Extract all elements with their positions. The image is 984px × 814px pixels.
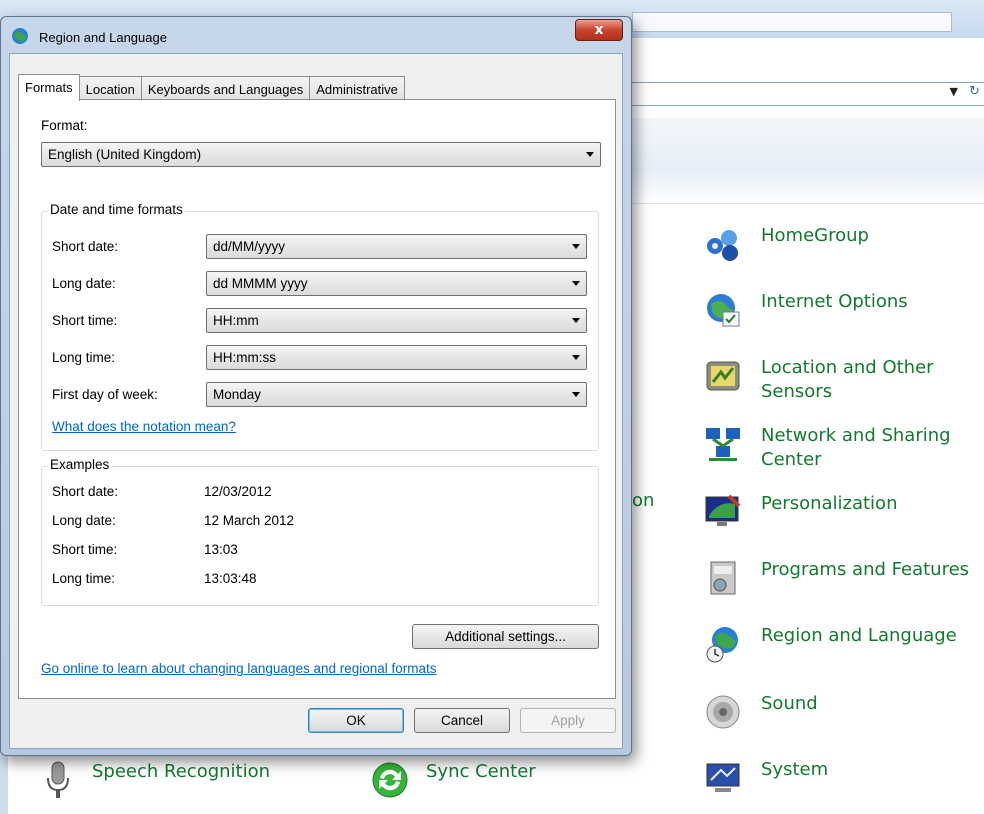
example-long-date-value: 12 March 2012 (204, 513, 295, 528)
sound-icon (703, 692, 743, 732)
cp-item-internet-options[interactable]: Internet Options (703, 290, 908, 330)
cp-item-label: Programs and Features (761, 559, 970, 580)
cp-item-label: Region and Language (761, 625, 957, 646)
online-help-link[interactable]: Go online to learn about changing langua… (41, 661, 437, 676)
tab-location[interactable]: Location (78, 76, 142, 100)
region-language-icon (703, 624, 743, 664)
region-language-dialog: Region and Language x Formats Location K… (0, 16, 632, 756)
cp-item-sound[interactable]: Sound (703, 692, 818, 732)
example-short-date-value: 12/03/2012 (204, 484, 272, 499)
close-button[interactable]: x (575, 19, 623, 41)
chevron-down-icon (572, 355, 580, 360)
chevron-down-icon (586, 152, 594, 157)
cp-item-label: Internet Options (761, 291, 908, 312)
examples-group: Examples Short date: 12/03/2012 Long dat… (41, 457, 599, 606)
tab-administrative[interactable]: Administrative (309, 76, 405, 100)
cp-item-personalization[interactable]: Personalization (703, 492, 897, 532)
format-select[interactable]: English (United Kingdom) (41, 142, 601, 167)
tab-keyboards-languages[interactable]: Keyboards and Languages (140, 76, 311, 100)
sync-icon (370, 760, 410, 800)
cp-item-speech[interactable]: Speech Recognition (40, 760, 270, 800)
cp-item-label: System (761, 759, 829, 780)
example-long-time-value: 13:03:48 (204, 571, 257, 586)
cp-item-label: Sound (761, 693, 818, 714)
partially-hidden-item-label[interactable]: on (632, 490, 654, 511)
format-label: Format: (41, 118, 88, 133)
chevron-down-icon (572, 318, 580, 323)
short-date-label: Short date: (52, 239, 119, 254)
first-day-label: First day of week: (52, 387, 158, 402)
tab-strip: Formats Location Keyboards and Languages… (18, 74, 405, 101)
cp-item-system[interactable]: System (703, 758, 828, 798)
homegroup-icon (703, 224, 743, 264)
chevron-down-icon (572, 244, 580, 249)
refresh-icon[interactable]: ↻ (969, 84, 980, 99)
cp-item-region-language[interactable]: Region and Language (703, 624, 957, 664)
cancel-button[interactable]: Cancel (414, 708, 510, 733)
dropdown-arrow-icon[interactable]: ▼ (950, 85, 958, 98)
globe-icon (11, 27, 29, 45)
cp-item-label: Location and Other Sensors (761, 357, 934, 402)
short-time-label: Short time: (52, 313, 118, 328)
cp-item-label: Speech Recognition (92, 761, 271, 782)
long-date-select[interactable]: dd MMMM yyyy (206, 271, 587, 296)
long-time-label: Long time: (52, 350, 116, 365)
control-panel-title-area (632, 12, 952, 32)
close-icon: x (594, 22, 604, 38)
example-short-time-label: Short time: (52, 542, 118, 557)
notation-help-link[interactable]: What does the notation mean? (52, 419, 236, 434)
date-time-formats-group: Date and time formats Short date: dd/MM/… (41, 202, 599, 451)
first-day-value: Monday (213, 387, 262, 402)
programs-icon (703, 558, 743, 598)
personalization-icon (703, 492, 743, 532)
cp-item-network[interactable]: Network and Sharing Center (703, 424, 971, 472)
long-time-select[interactable]: HH:mm:ss (206, 345, 587, 370)
cp-item-label: Network and Sharing Center (761, 425, 951, 470)
network-icon (703, 424, 743, 464)
ok-button[interactable]: OK (308, 708, 404, 733)
example-long-date-label: Long date: (52, 513, 116, 528)
address-bar[interactable]: ▼ ↻ (632, 82, 984, 106)
example-short-date-label: Short date: (52, 484, 119, 499)
tab-formats[interactable]: Formats (18, 74, 80, 101)
cp-item-label: Personalization (761, 493, 898, 514)
long-date-value: dd MMMM yyyy (213, 276, 308, 291)
cp-item-sync[interactable]: Sync Center (370, 760, 536, 800)
short-date-select[interactable]: dd/MM/yyyy (206, 234, 587, 259)
cp-item-homegroup[interactable]: HomeGroup (703, 224, 869, 264)
additional-settings-button[interactable]: Additional settings... (412, 624, 599, 649)
format-select-value: English (United Kingdom) (48, 147, 202, 162)
dialog-body: Formats Location Keyboards and Languages… (9, 53, 623, 749)
system-icon (703, 758, 743, 798)
first-day-select[interactable]: Monday (206, 382, 587, 407)
short-date-value: dd/MM/yyyy (213, 239, 286, 254)
example-long-time-label: Long time: (52, 571, 116, 586)
cp-item-programs[interactable]: Programs and Features (703, 558, 969, 598)
cp-item-location-sensors[interactable]: Location and Other Sensors (703, 356, 961, 404)
long-date-label: Long date: (52, 276, 116, 291)
microphone-icon (40, 760, 76, 800)
short-time-value: HH:mm (213, 313, 259, 328)
apply-button[interactable]: Apply (520, 708, 616, 733)
chevron-down-icon (572, 392, 580, 397)
control-panel-header (632, 118, 984, 204)
formats-panel: Format: English (United Kingdom) Date an… (18, 99, 616, 699)
chevron-down-icon (572, 281, 580, 286)
group-title: Date and time formats (48, 202, 185, 217)
dialog-titlebar[interactable]: Region and Language x (1, 17, 631, 53)
short-time-select[interactable]: HH:mm (206, 308, 587, 333)
example-short-time-value: 13:03 (204, 542, 238, 557)
internet-options-icon (703, 290, 743, 330)
cp-item-label: Sync Center (426, 761, 536, 782)
long-time-value: HH:mm:ss (213, 350, 276, 365)
location-sensors-icon (703, 356, 743, 396)
cp-item-label: HomeGroup (761, 225, 869, 246)
dialog-title: Region and Language (39, 30, 167, 45)
group-title: Examples (48, 457, 112, 472)
